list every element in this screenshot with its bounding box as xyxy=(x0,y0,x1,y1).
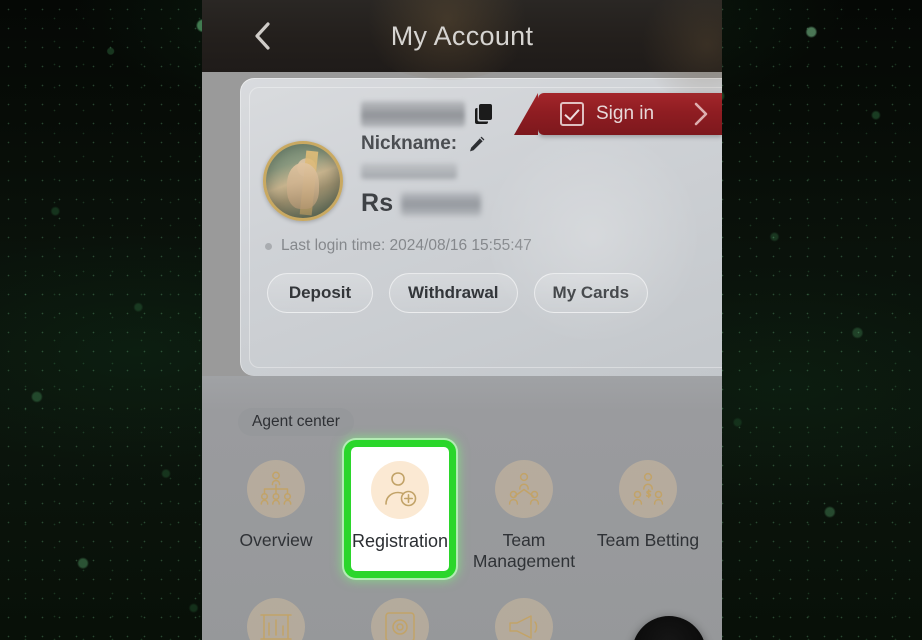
user-add-icon xyxy=(371,461,429,519)
my-cards-button[interactable]: My Cards xyxy=(533,273,649,313)
account-actions: Deposit Withdrawal My Cards xyxy=(241,255,722,313)
app-header: My Account xyxy=(202,0,722,100)
megaphone-icon xyxy=(495,598,553,640)
deposit-button[interactable]: Deposit xyxy=(267,273,373,313)
nickname-masked xyxy=(361,163,457,179)
tile-label: Registration xyxy=(351,531,449,551)
agent-center-label[interactable]: Agent center xyxy=(238,408,354,436)
bullet-dot-icon xyxy=(265,242,272,250)
last-login-row: Last login time: 2024/08/16 15:55:47 xyxy=(241,221,722,255)
green-arrow-icon xyxy=(652,634,686,640)
tile-label: Team Management xyxy=(472,530,576,571)
avatar[interactable] xyxy=(263,141,343,221)
profile-row: Nickname: Rs xyxy=(241,79,722,221)
tile-label: Team Betting xyxy=(596,530,700,550)
screen-root: My Account Sign in Nickname: Rs Last log… xyxy=(0,0,922,640)
agent-center-section: Agent center Overview Registration Team … xyxy=(202,376,722,640)
page-title: My Account xyxy=(390,20,534,51)
nickname-row: Nickname: xyxy=(361,133,492,155)
tile-reports[interactable] xyxy=(214,584,338,640)
tile-label: Overview xyxy=(239,530,313,550)
balance-row: Rs xyxy=(361,189,492,218)
tile-team-betting[interactable]: Team Betting xyxy=(586,446,710,578)
profile-info: Nickname: Rs xyxy=(361,101,492,221)
tile-overview[interactable]: Overview xyxy=(214,446,338,578)
withdrawal-button[interactable]: Withdrawal xyxy=(389,273,518,313)
qr-code-icon xyxy=(371,598,429,640)
report-chart-icon xyxy=(247,598,305,640)
currency-symbol: Rs xyxy=(361,189,394,217)
agent-center-grid: Overview Registration Team Management Te… xyxy=(202,436,722,578)
username-masked xyxy=(361,101,465,127)
account-card-region: Sign in Nickname: Rs Last login time: 20… xyxy=(202,72,722,376)
account-card: Sign in Nickname: Rs Last login time: 20… xyxy=(240,78,722,376)
tile-qr-code[interactable] xyxy=(338,584,462,640)
tile-registration[interactable]: Registration xyxy=(344,440,456,578)
org-chart-icon xyxy=(247,460,305,518)
tile-team-management[interactable]: Team Management xyxy=(462,446,586,578)
last-login-text: Last login time: 2024/08/16 15:55:47 xyxy=(281,237,532,254)
balance-masked xyxy=(401,191,482,216)
tile-promotion[interactable] xyxy=(462,584,586,640)
phone-viewport: My Account Sign in Nickname: Rs Last log… xyxy=(202,0,722,640)
nickname-label: Nickname: xyxy=(361,133,458,154)
copy-icon[interactable] xyxy=(475,104,492,124)
pencil-edit-icon[interactable] xyxy=(467,134,487,154)
team-money-icon xyxy=(619,460,677,518)
team-group-icon xyxy=(495,460,553,518)
username-row xyxy=(361,101,492,127)
